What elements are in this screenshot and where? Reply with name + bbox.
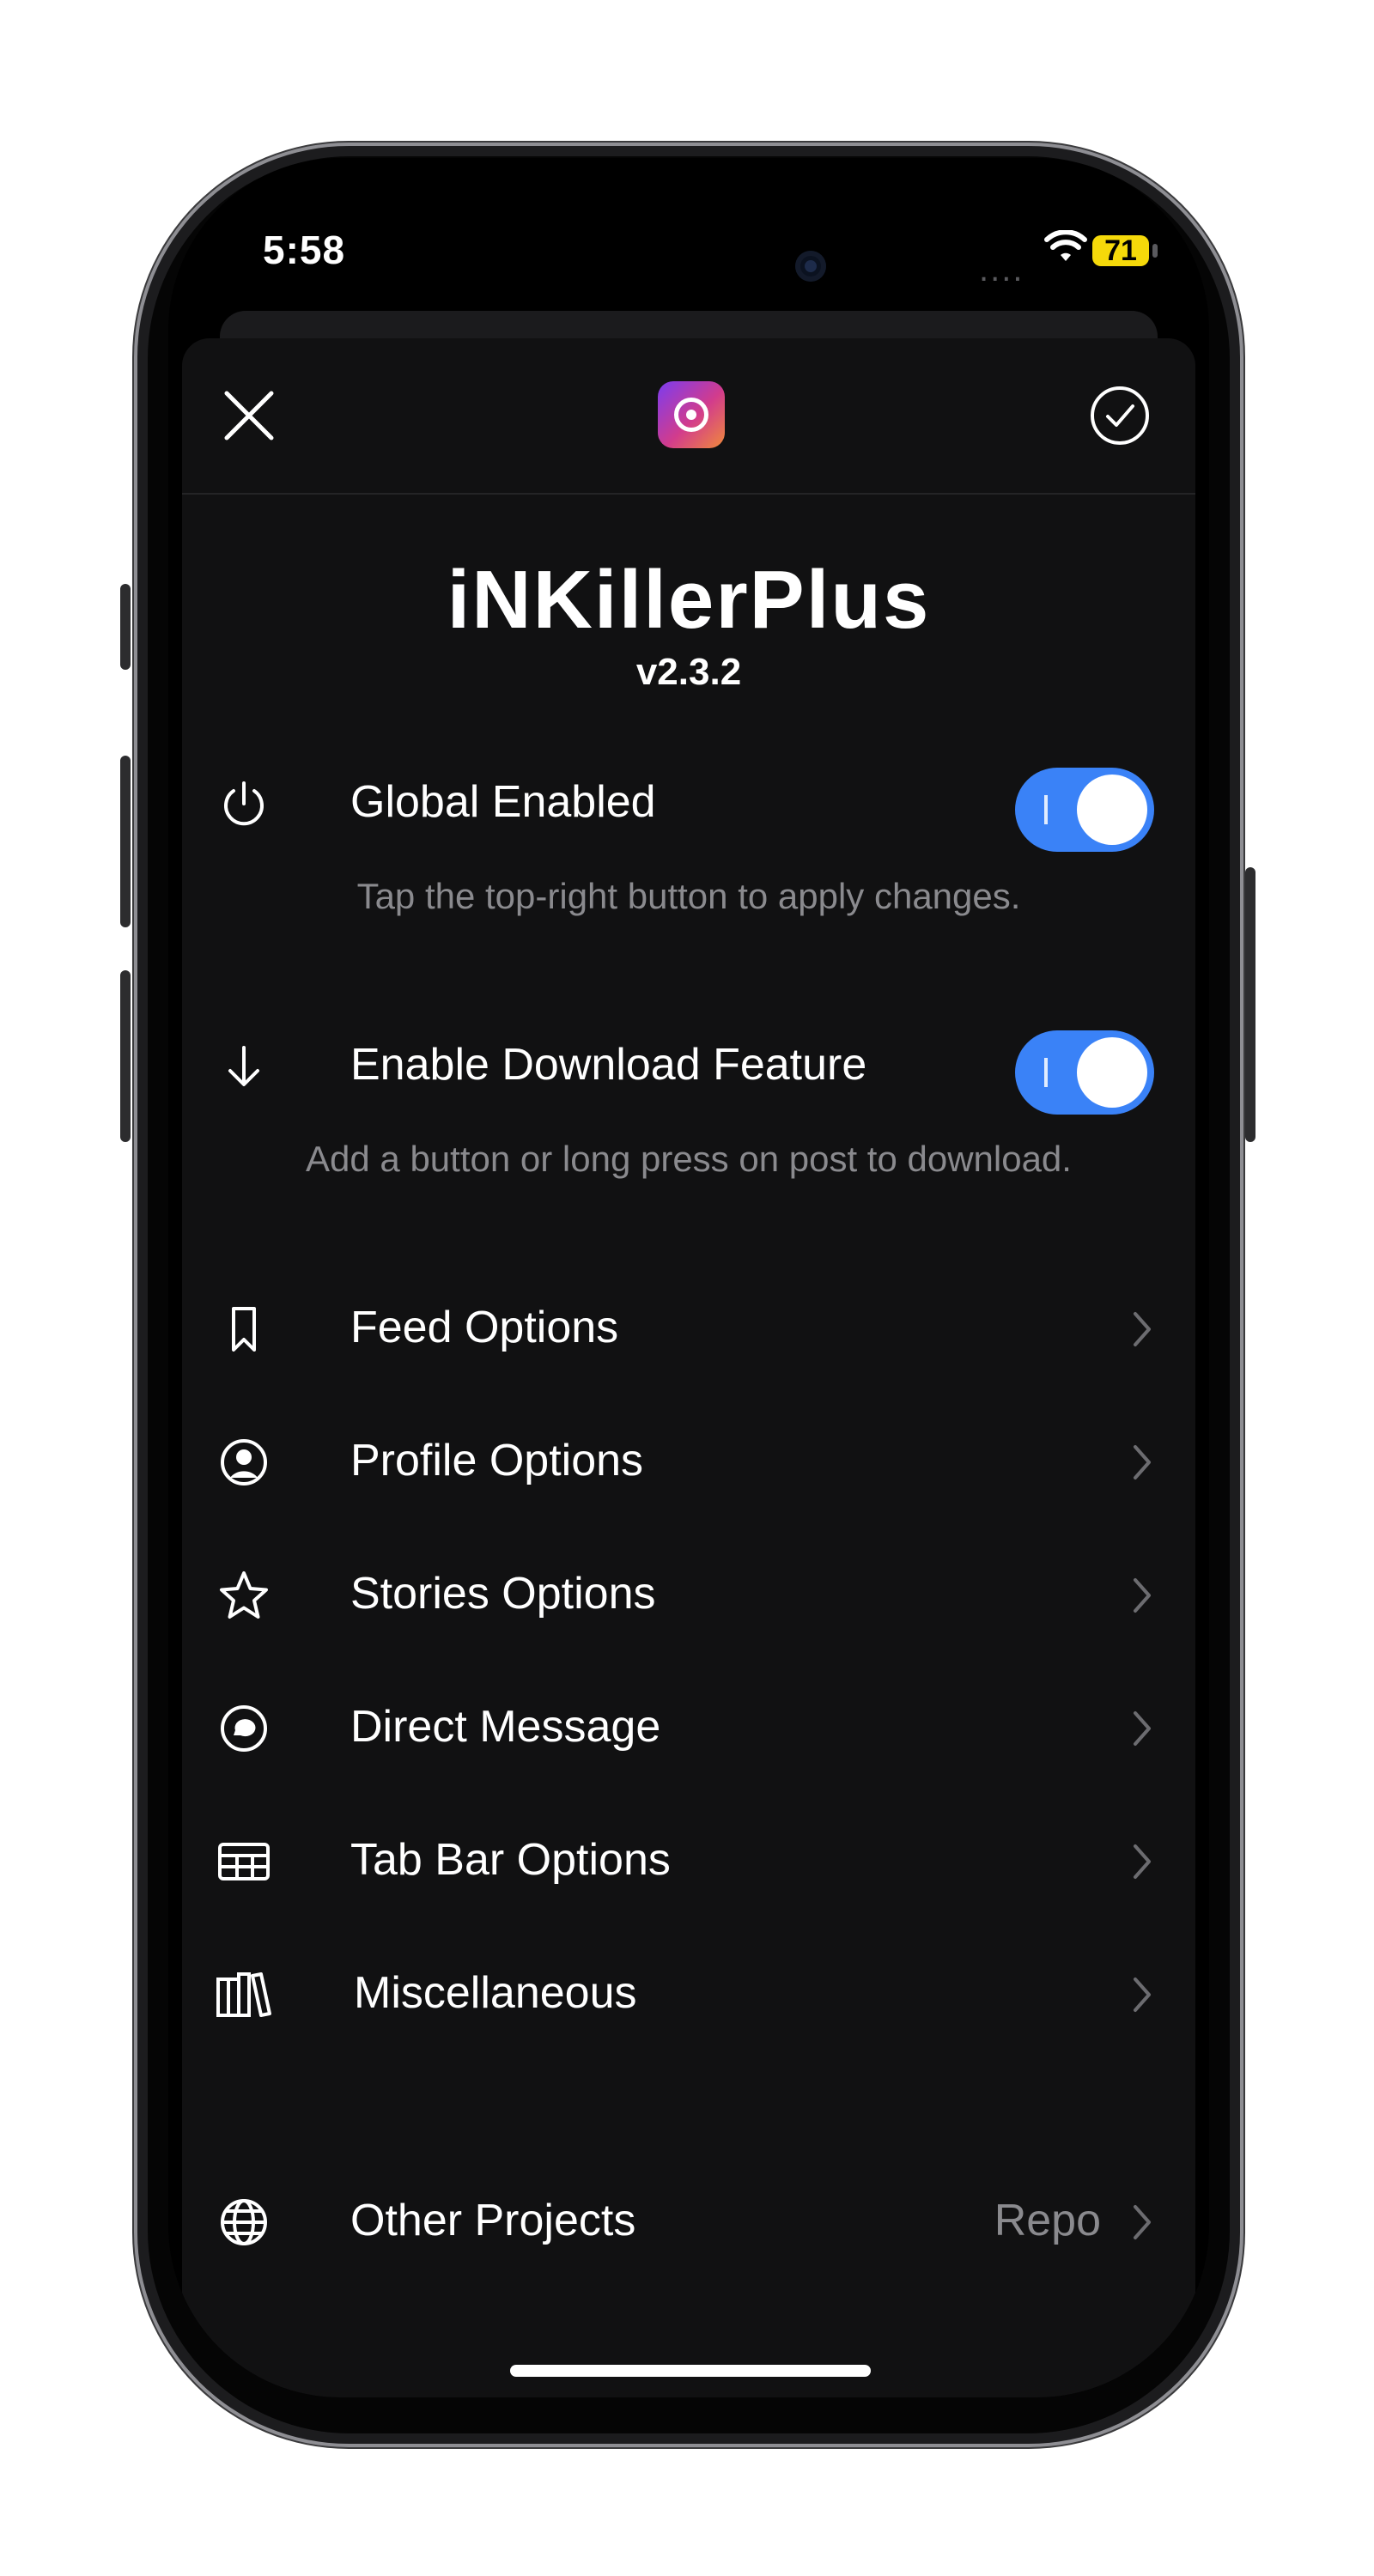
screen: 5:58 .... 71 iNKillerPlus v2.3.2 Global …: [168, 158, 1209, 2397]
chevron-right-icon: [1134, 1445, 1151, 1479]
wifi-icon: [1044, 230, 1087, 261]
menu-item-feed-options[interactable]: Feed Options: [182, 1276, 1195, 1379]
status-bar: 5:58 .... 71: [168, 158, 1209, 289]
toggle-on-mark: [1044, 1058, 1048, 1087]
menu-item-label: Direct Message: [350, 1702, 661, 1752]
volume-up-button: [120, 756, 131, 927]
download-arrow-icon: [228, 1046, 259, 1086]
message-icon: [221, 1705, 267, 1752]
menu-item-direct-message[interactable]: Direct Message: [182, 1675, 1195, 1778]
power-icon: [224, 781, 264, 826]
menu-item-label: Tab Bar Options: [350, 1835, 671, 1885]
sheet-header: [182, 338, 1195, 495]
chevron-right-icon: [1134, 1978, 1151, 2012]
power-button: [1245, 867, 1255, 1142]
chevron-right-icon: [1134, 2205, 1151, 2239]
books-icon: [216, 1972, 271, 2017]
check-circle-icon[interactable]: [1087, 383, 1152, 448]
other-projects-value: Repo: [994, 2196, 1101, 2245]
menu-item-label: Feed Options: [350, 1303, 619, 1352]
other-projects-label: Other Projects: [350, 2196, 636, 2245]
menu-item-label: Profile Options: [350, 1436, 644, 1485]
download-feature-row: Enable Download Feature: [182, 1013, 1195, 1116]
home-indicator[interactable]: [510, 2365, 871, 2377]
app-version: v2.3.2: [635, 651, 742, 693]
chevron-right-icon: [1134, 1711, 1151, 1746]
menu-item-miscellaneous[interactable]: Miscellaneous: [182, 1941, 1195, 2044]
other-projects-row[interactable]: Other Projects Repo: [182, 2169, 1195, 2272]
status-time: 5:58: [263, 228, 346, 272]
global-enabled-toggle[interactable]: [1015, 768, 1154, 852]
toggle-knob: [1077, 1037, 1147, 1108]
download-feature-hint: Add a button or long press on post to do…: [306, 1139, 1072, 1179]
menu-item-tab-bar-options[interactable]: Tab Bar Options: [182, 1808, 1195, 1911]
toggle-knob: [1077, 775, 1147, 845]
global-enabled-row: Global Enabled: [182, 750, 1195, 854]
app-title: iNKillerPlus: [447, 554, 931, 646]
battery-tip: [1152, 244, 1158, 258]
app-icon-dot: [686, 410, 696, 420]
star-icon: [220, 1571, 268, 1619]
toggle-on-mark: [1044, 795, 1048, 824]
bookmark-icon: [232, 1307, 256, 1352]
menu-item-label: Stories Options: [350, 1569, 656, 1619]
settings-sheet: iNKillerPlus v2.3.2 Global Enabled Tap t…: [182, 338, 1195, 2397]
close-icon[interactable]: [216, 383, 282, 448]
download-feature-toggle[interactable]: [1015, 1030, 1154, 1115]
menu-item-label: Miscellaneous: [354, 1968, 637, 2018]
profile-icon: [221, 1439, 267, 1485]
chevron-right-icon: [1134, 1312, 1151, 1346]
menu-item-stories-options[interactable]: Stories Options: [182, 1542, 1195, 1645]
chevron-right-icon: [1134, 1844, 1151, 1879]
volume-down-button: [120, 970, 131, 1142]
globe-icon: [221, 2199, 267, 2245]
app-icon: [658, 381, 725, 448]
table-icon: [218, 1843, 270, 1880]
battery-indicator: 71: [1092, 235, 1149, 266]
global-enabled-hint: Tap the top-right button to apply change…: [356, 876, 1021, 916]
menu-item-profile-options[interactable]: Profile Options: [182, 1409, 1195, 1512]
download-feature-label: Enable Download Feature: [350, 1040, 867, 1090]
chevron-right-icon: [1134, 1578, 1151, 1613]
global-enabled-label: Global Enabled: [350, 777, 656, 827]
action-button: [120, 584, 131, 670]
cellular-signal-icon: ....: [979, 251, 1024, 289]
front-camera: [795, 251, 826, 282]
